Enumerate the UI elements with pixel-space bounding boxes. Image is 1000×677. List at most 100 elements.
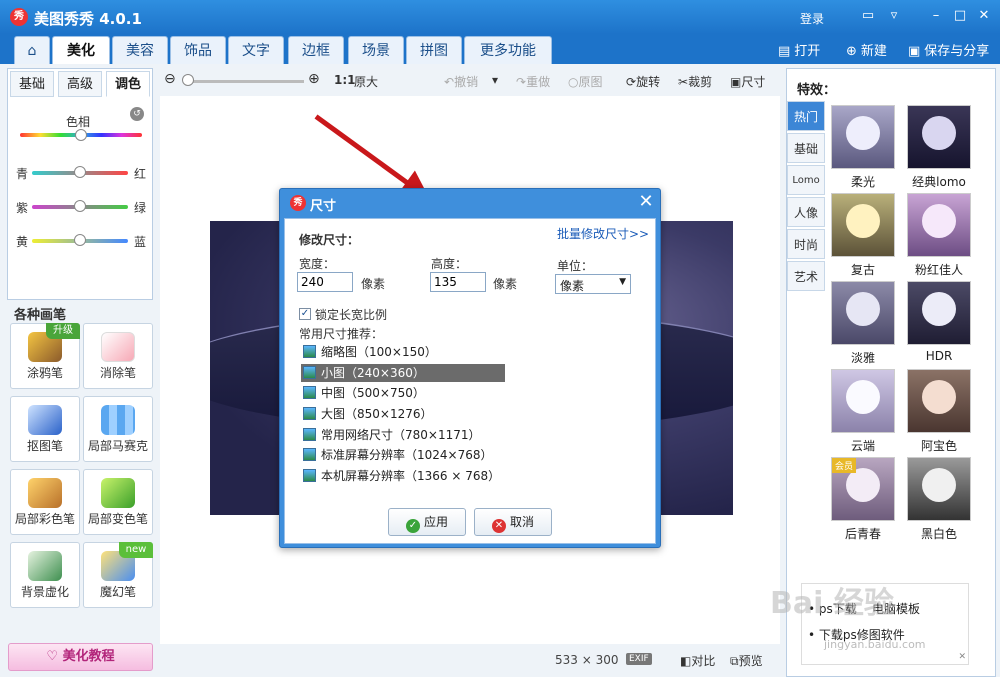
category-fashion[interactable]: 时尚 <box>787 229 825 259</box>
circle-icon: ○ <box>568 75 579 89</box>
preset-item[interactable]: 标准屏幕分辨率（1024×768） <box>301 446 505 464</box>
apply-button[interactable]: ✓ 应用 <box>388 508 466 536</box>
adjust-panel: 基础 高级 调色 色相 ↺ 青 红 紫 绿 黄 蓝 <box>7 68 153 300</box>
preset-item[interactable]: 小图（240×360） <box>301 364 505 382</box>
save-share-label: 保存与分享 <box>924 44 990 59</box>
brush-cutout[interactable]: 抠图笔 <box>10 396 80 462</box>
height-input[interactable] <box>430 272 486 292</box>
moon-shape <box>846 380 880 414</box>
brush-blur[interactable]: 背景虚化 <box>10 542 80 608</box>
effect-thumb-youth[interactable]: 会员 <box>831 457 895 521</box>
minimize-icon[interactable]: – <box>928 9 944 23</box>
moon-shape <box>922 468 956 502</box>
effect-thumb-abao[interactable] <box>907 369 971 433</box>
preset-item[interactable]: 大图（850×1276） <box>301 405 505 423</box>
effect-thumb-elegant[interactable] <box>831 281 895 345</box>
rotate-label: 旋转 <box>636 75 661 89</box>
tab-collage[interactable]: 拼图 <box>406 36 462 64</box>
redo-button[interactable]: ↷重做 <box>516 73 550 90</box>
chevron-down-icon: ▼ <box>619 277 626 287</box>
subtab-color[interactable]: 调色 <box>106 71 150 97</box>
crop-button[interactable]: ✂裁剪 <box>678 73 712 90</box>
purple-green-thumb[interactable] <box>74 200 86 212</box>
effect-thumb-pink[interactable] <box>907 193 971 257</box>
brush-eraser[interactable]: 消除笔 <box>83 323 153 389</box>
home-tab[interactable]: ⌂ <box>14 36 50 64</box>
brush-mosaic[interactable]: 局部马赛克 <box>83 396 153 462</box>
original-size-button[interactable]: 原大 <box>354 73 378 90</box>
preset-item[interactable]: 常用网络尺寸（780×1171） <box>301 426 505 444</box>
zoom-slider-thumb[interactable] <box>182 74 194 86</box>
brush-eraser-label: 消除笔 <box>99 366 136 380</box>
reset-icon[interactable]: ↺ <box>130 107 144 121</box>
effect-label: HDR <box>925 349 953 363</box>
preview-icon: ⧉ <box>730 654 739 668</box>
tab-beautify[interactable]: 美化 <box>52 36 110 64</box>
zoom-slider-track[interactable] <box>184 80 304 83</box>
maximize-icon[interactable]: □ <box>952 9 968 23</box>
category-basic[interactable]: 基础 <box>787 133 825 163</box>
original-image-button[interactable]: ○原图 <box>568 73 603 90</box>
actual-size-ratio[interactable]: 1:1 <box>334 73 356 87</box>
category-hot[interactable]: 热门 <box>787 101 825 131</box>
moon-shape <box>922 204 956 238</box>
brush-recolor[interactable]: 局部变色笔 <box>83 469 153 535</box>
preset-label: 缩略图（100×150） <box>321 345 437 359</box>
brush-magic[interactable]: 魔幻笔 new <box>83 542 153 608</box>
lock-ratio-checkbox[interactable]: ✓ <box>299 308 311 320</box>
exif-badge[interactable]: EXIF <box>626 653 652 665</box>
cyan-red-thumb[interactable] <box>74 166 86 178</box>
unit-select[interactable]: 像素 ▼ <box>555 274 631 294</box>
yellow-blue-thumb[interactable] <box>74 234 86 246</box>
tutorial-button[interactable]: ♡ 美化教程 <box>8 643 153 671</box>
tab-frame[interactable]: 边框 <box>288 36 344 64</box>
effect-thumb-lomo[interactable] <box>907 105 971 169</box>
brush-doodle[interactable]: 涂鸦笔 升级 <box>10 323 80 389</box>
zoom-in-icon[interactable]: ⊕ <box>308 71 320 87</box>
effect-thumb-cloud[interactable] <box>831 369 895 433</box>
tab-scene[interactable]: 场景 <box>348 36 404 64</box>
width-input[interactable] <box>297 272 353 292</box>
effect-thumb-retro[interactable] <box>831 193 895 257</box>
subtab-basic[interactable]: 基础 <box>10 71 54 97</box>
width-unit: 像素 <box>361 277 386 291</box>
preset-item[interactable]: 中图（500×750） <box>301 384 505 402</box>
preset-item[interactable]: 本机屏幕分辨率（1366 × 768） <box>301 467 505 485</box>
yellow-label: 黄 <box>16 235 29 249</box>
rotate-button[interactable]: ⟳旋转 <box>626 73 660 90</box>
tab-text[interactable]: 文字 <box>228 36 284 64</box>
open-button[interactable]: ▤ 打开 <box>778 40 820 59</box>
tab-beauty[interactable]: 美容 <box>112 36 168 64</box>
preview-button[interactable]: ⧉预览 <box>730 652 763 669</box>
new-button[interactable]: ⊕ 新建 <box>846 40 887 59</box>
save-share-button[interactable]: ▣ 保存与分享 <box>908 40 989 59</box>
dropdown-icon[interactable]: ▿ <box>886 9 902 23</box>
effect-thumb-soft[interactable] <box>831 105 895 169</box>
dialog-close-icon[interactable]: ✕ <box>636 192 656 212</box>
undo-button[interactable]: ↶撤销 <box>444 73 478 90</box>
category-portrait[interactable]: 人像 <box>787 197 825 227</box>
tab-more[interactable]: 更多功能 ▾ <box>464 36 552 87</box>
effect-thumb-hdr[interactable] <box>907 281 971 345</box>
close-icon[interactable]: ✕ <box>976 9 992 23</box>
cancel-button[interactable]: ✕ 取消 <box>474 508 552 536</box>
category-lomo[interactable]: Lomo <box>787 165 825 195</box>
login-link[interactable]: 登录 <box>800 10 824 27</box>
chat-icon[interactable]: ▭ <box>860 9 876 23</box>
member-badge: 会员 <box>832 458 857 473</box>
preset-item[interactable]: 缩略图（100×150） <box>301 343 505 361</box>
category-art[interactable]: 艺术 <box>787 261 825 291</box>
ad-close-icon[interactable]: ✕ <box>958 652 966 662</box>
brush-color[interactable]: 局部彩色笔 <box>10 469 80 535</box>
batch-resize-link[interactable]: 批量修改尺寸>> <box>557 225 649 242</box>
zoom-out-icon[interactable]: ⊖ <box>164 71 176 87</box>
brush-doodle-label: 涂鸦笔 <box>26 366 63 380</box>
hue-slider-thumb[interactable] <box>75 129 87 141</box>
effect-thumb-bw[interactable] <box>907 457 971 521</box>
tab-accessories[interactable]: 饰品 <box>170 36 226 64</box>
effect-label: 后青春 <box>844 527 881 541</box>
resize-button[interactable]: ▣尺寸 <box>730 73 765 90</box>
compare-button[interactable]: ◧对比 <box>680 652 715 669</box>
subtab-advanced[interactable]: 高级 <box>58 71 102 97</box>
undo-history-dropdown[interactable]: ▾ <box>492 73 498 87</box>
